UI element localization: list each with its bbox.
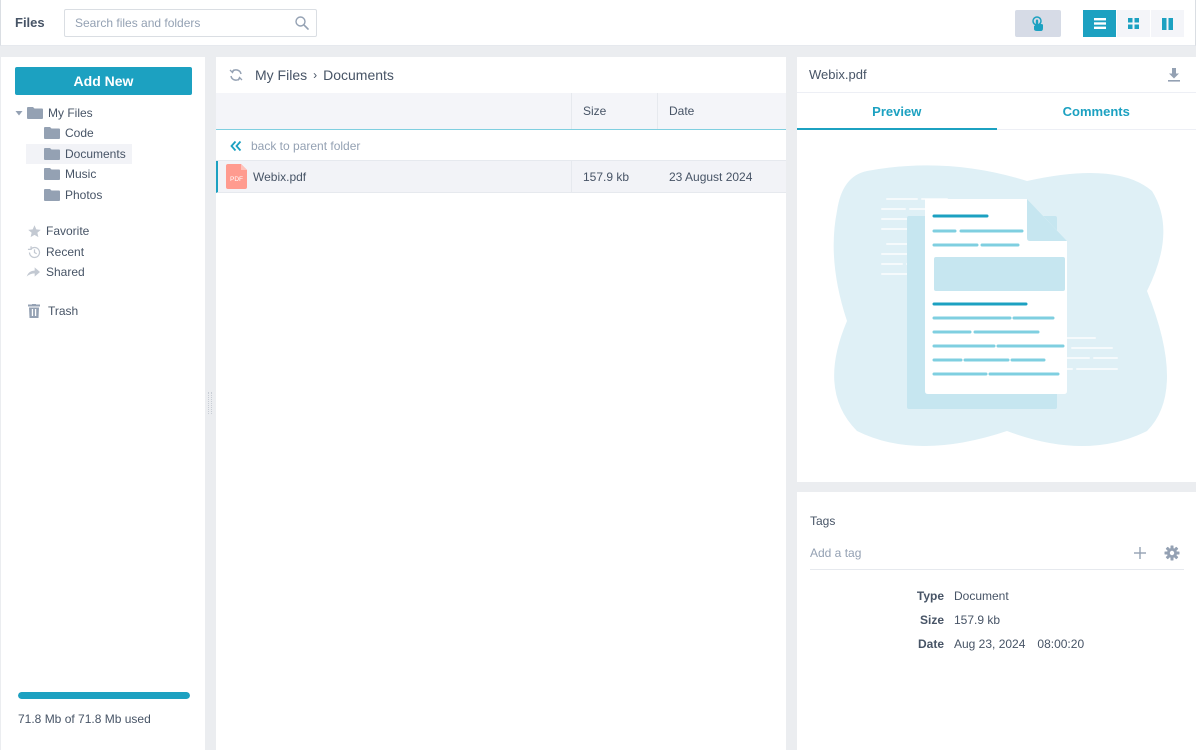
meta-label: Type <box>916 589 944 603</box>
back-to-parent-row[interactable]: back to parent folder <box>216 131 786 161</box>
app-title: Files <box>15 15 45 30</box>
meta-time: 08:00:20 <box>1037 637 1085 651</box>
nav-label: Trash <box>48 304 79 318</box>
storage-usage-text: 71.8 Mb of 71.8 Mb used <box>18 712 151 726</box>
touch-icon <box>1032 15 1043 31</box>
document-preview-illustration <box>833 165 1167 446</box>
grid-icon <box>1128 18 1139 29</box>
caret-down-icon[interactable] <box>14 108 24 118</box>
tree-item-documents[interactable]: Documents <box>26 144 132 164</box>
sidebar: Add New My Files Code Documents Music Ph… <box>1 57 205 750</box>
file-preview <box>797 131 1196 482</box>
cards-view-button[interactable] <box>1117 10 1151 37</box>
tree-item-label: My Files <box>48 106 93 120</box>
gear-icon[interactable] <box>1164 545 1180 561</box>
download-icon[interactable] <box>1167 68 1181 82</box>
trash-icon <box>28 304 40 318</box>
chevron-right-icon: › <box>313 68 318 82</box>
path-bar: My Files › Documents <box>216 57 786 93</box>
top-toolbar: Files <box>0 0 1196 46</box>
file-list-panel: My Files › Documents Size Date back to p… <box>216 57 786 750</box>
nav-label: Recent <box>46 245 85 259</box>
view-mode-switch <box>1083 10 1185 37</box>
tab-comments[interactable]: Comments <box>997 94 1196 129</box>
sidebar-resize-handle[interactable] <box>208 392 212 414</box>
tags-label: Tags <box>810 514 836 528</box>
column-header-date[interactable]: Date <box>658 93 786 129</box>
folder-icon <box>44 127 60 139</box>
nav-recent[interactable]: Recent <box>26 242 84 262</box>
history-icon <box>27 245 40 258</box>
tree-item-my-files[interactable]: My Files <box>11 103 99 123</box>
breadcrumb-item[interactable]: Documents <box>323 67 394 83</box>
tree-item-label: Documents <box>65 147 126 161</box>
pdf-badge-text: PDF <box>230 176 243 183</box>
file-size: 157.9 kb <box>583 169 630 184</box>
breadcrumb-item[interactable]: My Files <box>255 67 307 83</box>
tree-item-photos[interactable]: Photos <box>41 185 108 205</box>
folder-icon <box>27 107 43 119</box>
share-icon <box>26 267 40 277</box>
column-header-size[interactable]: Size <box>572 93 658 129</box>
columns-icon <box>1162 17 1173 30</box>
details-header: Webix.pdf <box>797 57 1196 93</box>
search-icon[interactable] <box>294 15 310 31</box>
tree-item-music[interactable]: Music <box>41 164 102 184</box>
file-date: 23 August 2024 <box>669 169 753 184</box>
back-to-parent-label: back to parent folder <box>251 138 361 153</box>
tab-preview[interactable]: Preview <box>797 94 997 130</box>
nav-trash[interactable]: Trash <box>26 301 78 321</box>
preview-image-block <box>934 257 1065 291</box>
meta-label: Date <box>917 637 944 651</box>
file-name: Webix.pdf <box>253 169 307 184</box>
folder-icon <box>44 148 60 160</box>
tree-item-label: Code <box>65 126 94 140</box>
grid-header: Size Date <box>216 93 786 130</box>
details-tabs: Preview Comments <box>797 94 1196 130</box>
nav-label: Favorite <box>46 224 90 238</box>
star-icon <box>27 224 41 237</box>
meta-row-size: Size 157.9 kb <box>797 610 1196 630</box>
columns-view-button[interactable] <box>1151 10 1185 37</box>
tag-input-row <box>810 536 1184 570</box>
details-panel: Webix.pdf Preview Comments <box>797 57 1196 482</box>
plus-icon[interactable] <box>1133 546 1147 560</box>
column-header-name[interactable] <box>216 93 572 129</box>
folder-icon <box>44 189 60 201</box>
add-tag-input[interactable] <box>810 545 1133 560</box>
tree-item-code[interactable]: Code <box>41 123 100 143</box>
meta-row-date: Date Aug 23, 2024 08:00:20 <box>797 634 1196 654</box>
file-info-panel: Tags Type Document Size 157.9 kb <box>797 492 1196 750</box>
refresh-icon[interactable] <box>228 67 244 83</box>
double-chevron-left-icon <box>230 140 242 151</box>
add-new-button[interactable]: Add New <box>15 67 192 95</box>
file-row[interactable]: PDF Webix.pdf 157.9 kb 23 August 2024 <box>216 161 786 193</box>
folder-icon <box>44 168 60 180</box>
breadcrumb: My Files › Documents <box>255 67 394 83</box>
list-icon <box>1093 18 1106 29</box>
details-title: Webix.pdf <box>809 67 867 82</box>
storage-usage-fill <box>18 692 190 699</box>
meta-value: Aug 23, 2024 <box>954 637 1026 651</box>
meta-value: 157.9 kb <box>954 613 1001 627</box>
nav-shared[interactable]: Shared <box>26 262 85 282</box>
touch-mode-button[interactable] <box>1015 10 1061 37</box>
meta-value: Document <box>954 589 1009 603</box>
meta-row-type: Type Document <box>797 586 1196 606</box>
pdf-file-icon: PDF <box>226 164 247 189</box>
search-input[interactable] <box>65 10 285 36</box>
nav-label: Shared <box>46 265 85 279</box>
search-box[interactable] <box>64 9 317 37</box>
nav-favorite[interactable]: Favorite <box>26 221 89 241</box>
tree-item-label: Photos <box>65 188 103 202</box>
storage-usage-bar <box>18 692 190 699</box>
list-view-button[interactable] <box>1083 10 1117 37</box>
tree-item-label: Music <box>65 167 97 181</box>
meta-label: Size <box>919 613 944 627</box>
